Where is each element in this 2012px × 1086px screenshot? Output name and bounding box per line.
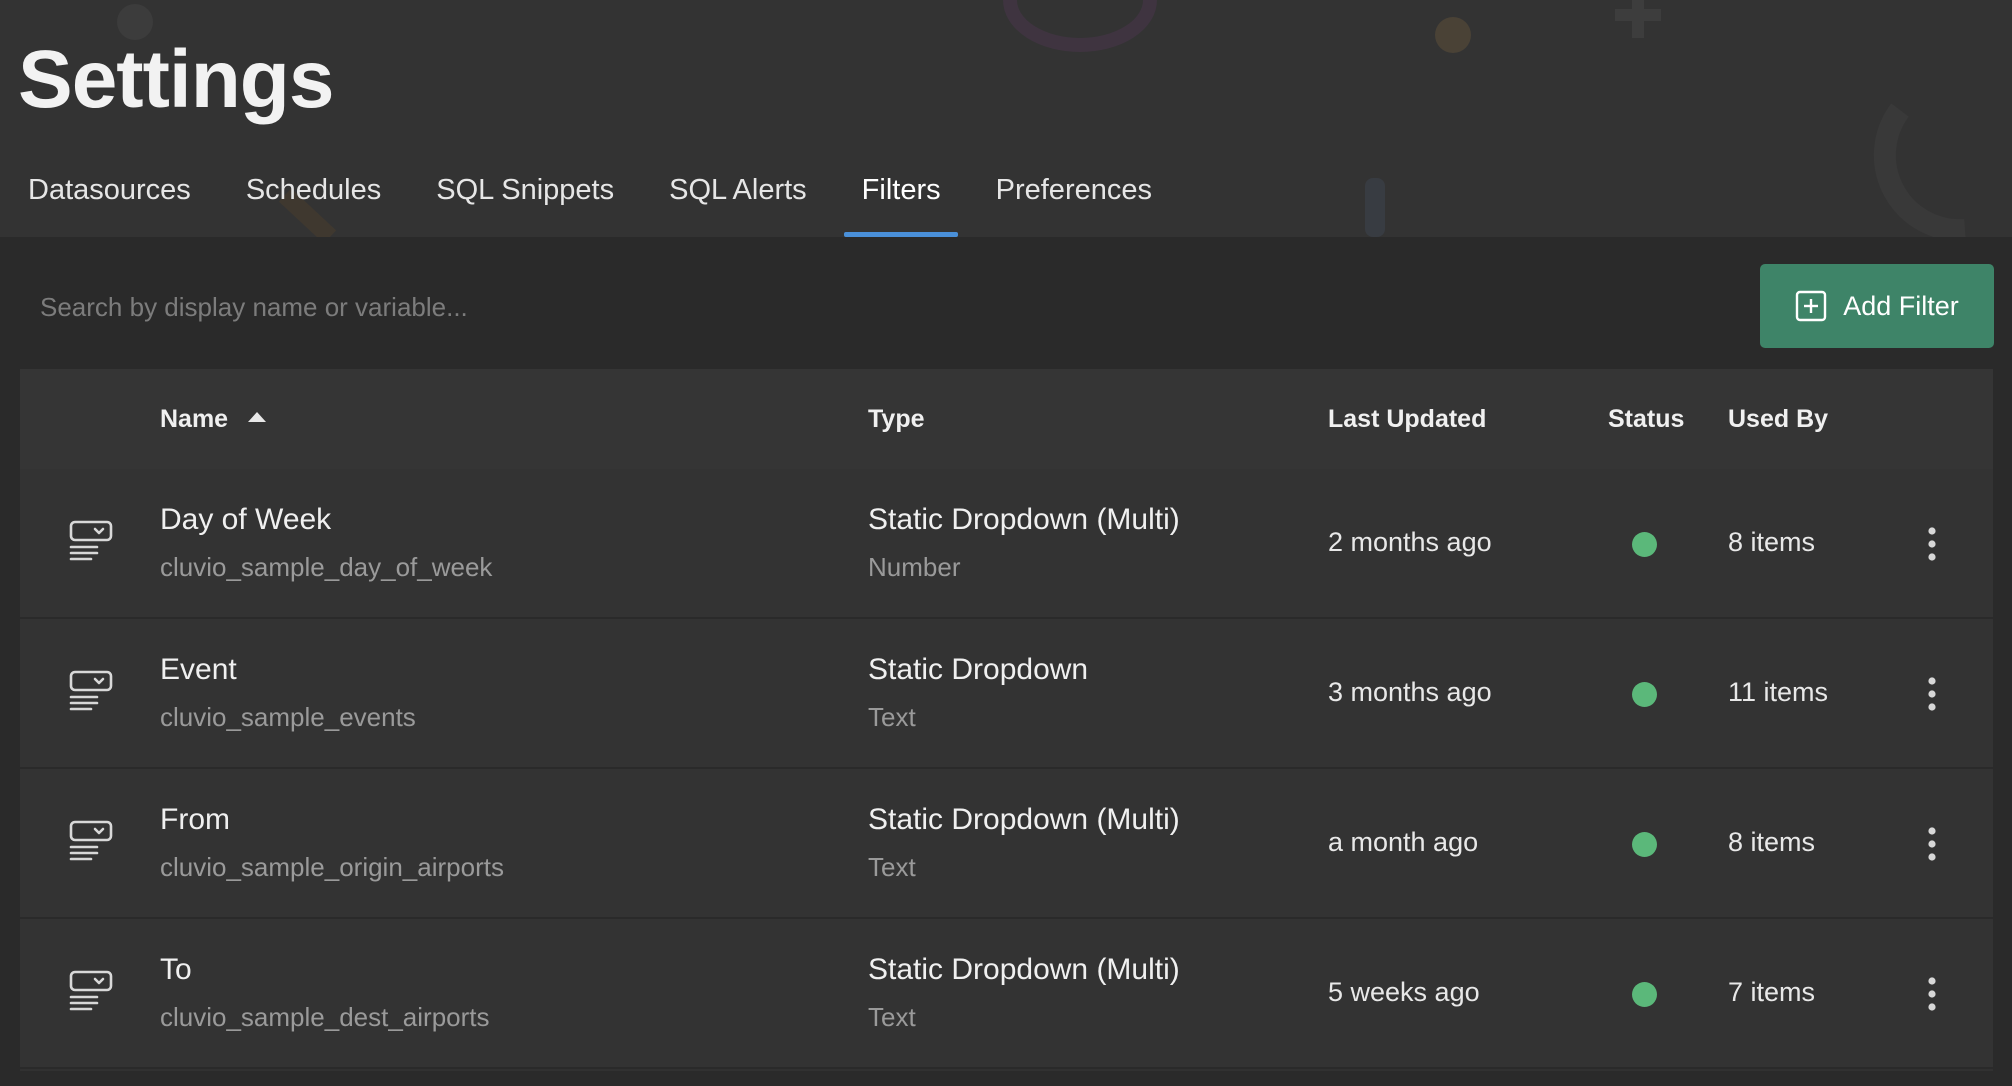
table-row[interactable]: Day of Week cluvio_sample_day_of_week St… — [20, 469, 1993, 619]
filter-used-by[interactable]: 11 items — [1728, 677, 1828, 708]
filters-table: Name Type Last Updated Status Used By Da… — [20, 369, 1993, 1071]
filter-value-type: Text — [868, 852, 916, 882]
status-indicator — [1632, 532, 1657, 557]
tab-sql-snippets[interactable]: SQL Snippets — [408, 160, 641, 237]
tab-preferences[interactable]: Preferences — [968, 160, 1179, 237]
filter-variable: cluvio_sample_origin_airports — [160, 852, 504, 882]
status-indicator — [1632, 682, 1657, 707]
filter-dropdown-icon — [69, 670, 113, 711]
filter-last-updated: 5 weeks ago — [1328, 977, 1480, 1007]
filter-dropdown-icon — [69, 520, 113, 561]
add-filter-label: Add Filter — [1843, 290, 1959, 321]
filter-name[interactable]: Day of Week — [160, 503, 331, 537]
filter-type: Static Dropdown (Multi) — [868, 803, 1180, 836]
add-filter-button[interactable]: Add Filter — [1760, 264, 1994, 348]
more-options-icon[interactable] — [1920, 524, 1944, 564]
filter-dropdown-icon — [69, 970, 113, 1011]
filter-type: Static Dropdown — [868, 653, 1089, 686]
table-row[interactable]: To cluvio_sample_dest_airports Static Dr… — [20, 919, 1993, 1069]
tab-datasources[interactable]: Datasources — [0, 160, 218, 237]
filter-dropdown-icon — [69, 820, 113, 861]
plus-square-icon — [1796, 290, 1827, 322]
filter-variable: cluvio_sample_events — [160, 702, 416, 732]
column-header-name-label: Name — [160, 405, 229, 433]
filter-type: Static Dropdown (Multi) — [868, 953, 1180, 986]
more-options-icon[interactable] — [1920, 674, 1944, 714]
status-indicator — [1632, 982, 1657, 1007]
filter-value-type: Text — [868, 702, 916, 732]
page-header: Settings Datasources Schedules SQL Snipp… — [0, 0, 2012, 237]
filter-value-type: Text — [868, 1002, 916, 1032]
filter-used-by[interactable]: 8 items — [1728, 527, 1815, 558]
column-header-type[interactable]: Type — [868, 405, 925, 434]
filter-last-updated: 3 months ago — [1328, 677, 1492, 707]
tab-sql-alerts[interactable]: SQL Alerts — [641, 160, 834, 237]
filter-last-updated: a month ago — [1328, 827, 1479, 857]
filter-used-by[interactable]: 7 items — [1728, 977, 1815, 1008]
sort-ascending-icon — [248, 412, 267, 422]
search-input[interactable] — [20, 272, 1320, 342]
more-options-icon[interactable] — [1920, 824, 1944, 864]
page-title: Settings — [18, 34, 334, 125]
tab-schedules[interactable]: Schedules — [218, 160, 408, 237]
filter-used-by[interactable]: 8 items — [1728, 827, 1815, 858]
column-header-last-updated[interactable]: Last Updated — [1328, 405, 1486, 434]
column-header-used-by[interactable]: Used By — [1728, 405, 1828, 434]
column-header-name[interactable]: Name — [160, 405, 267, 434]
filter-type: Static Dropdown (Multi) — [868, 503, 1180, 536]
more-options-icon[interactable] — [1920, 974, 1944, 1014]
filter-value-type: Number — [868, 552, 961, 582]
filter-name[interactable]: To — [160, 953, 192, 987]
status-indicator — [1632, 832, 1657, 857]
filter-variable: cluvio_sample_day_of_week — [160, 552, 493, 582]
tab-filters[interactable]: Filters — [834, 160, 968, 237]
filter-name[interactable]: Event — [160, 653, 237, 687]
settings-tabs: Datasources Schedules SQL Snippets SQL A… — [0, 160, 1179, 237]
filter-variable: cluvio_sample_dest_airports — [160, 1002, 490, 1032]
filter-name[interactable]: From — [160, 803, 230, 837]
table-row[interactable]: From cluvio_sample_origin_airports Stati… — [20, 769, 1993, 919]
column-header-status[interactable]: Status — [1608, 405, 1684, 434]
filter-last-updated: 2 months ago — [1328, 527, 1492, 557]
table-header: Name Type Last Updated Status Used By — [20, 369, 1993, 470]
table-row[interactable]: Event cluvio_sample_events Static Dropdo… — [20, 619, 1993, 769]
